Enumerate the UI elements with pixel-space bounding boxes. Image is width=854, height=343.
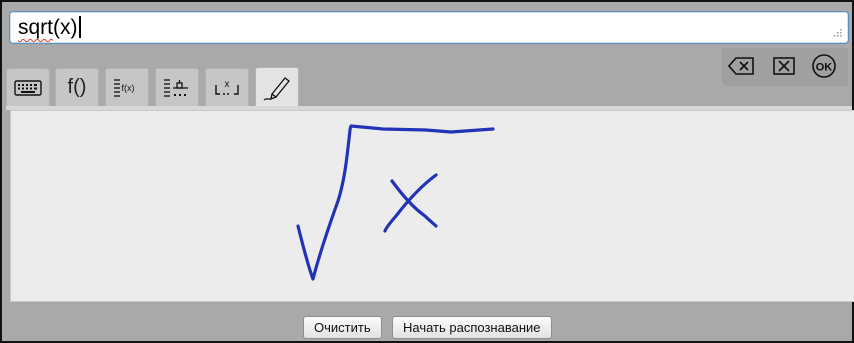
- ok-label: OK: [816, 62, 833, 74]
- backspace-icon: [728, 57, 754, 75]
- clear-icon: [773, 57, 795, 75]
- ok-button[interactable]: OK: [810, 53, 838, 79]
- placeholder-icon: x: [215, 79, 239, 95]
- tab-functions-label: f(): [67, 76, 87, 98]
- formula-rest: (x): [53, 16, 78, 39]
- tab-functions[interactable]: f(): [55, 68, 99, 106]
- tab-keyboard[interactable]: [6, 68, 50, 106]
- variable-list-icon: [164, 78, 188, 97]
- action-bar: OK: [722, 48, 848, 86]
- formula-input[interactable]: sqrt(x): [9, 11, 849, 44]
- placeholder-label: x: [225, 79, 230, 90]
- start-recognition-button[interactable]: Начать распознавание: [392, 316, 552, 339]
- math-input-panel: sqrt(x) OK f() f(x) x Очистить Начать ра…: [0, 0, 854, 343]
- handwriting-strokes: [296, 124, 495, 281]
- tab-function-list[interactable]: f(x): [105, 68, 149, 106]
- bottom-buttons: Очистить Начать распознавание: [2, 316, 854, 340]
- resize-grip-icon[interactable]: [832, 29, 842, 39]
- clear-button[interactable]: [770, 53, 798, 79]
- handwriting-canvas[interactable]: [10, 110, 854, 302]
- formula-spellcheck-word: sqrt: [18, 16, 54, 39]
- clear-canvas-button[interactable]: Очистить: [303, 316, 382, 339]
- function-list-label: f(x): [122, 83, 135, 93]
- tab-variable-list[interactable]: [155, 68, 199, 106]
- tab-placeholder[interactable]: x: [205, 68, 249, 106]
- keyboard-icon: [14, 79, 42, 96]
- function-list-icon: f(x): [114, 78, 135, 97]
- backspace-button[interactable]: [728, 53, 756, 79]
- pen-icon: [263, 76, 290, 101]
- text-caret: [78, 16, 81, 38]
- stroke-x-1: [390, 179, 438, 228]
- stroke-radical: [296, 124, 495, 281]
- formula-input-text: sqrt(x): [18, 16, 81, 40]
- ok-icon: OK: [812, 54, 836, 78]
- tab-handwriting[interactable]: [255, 67, 299, 107]
